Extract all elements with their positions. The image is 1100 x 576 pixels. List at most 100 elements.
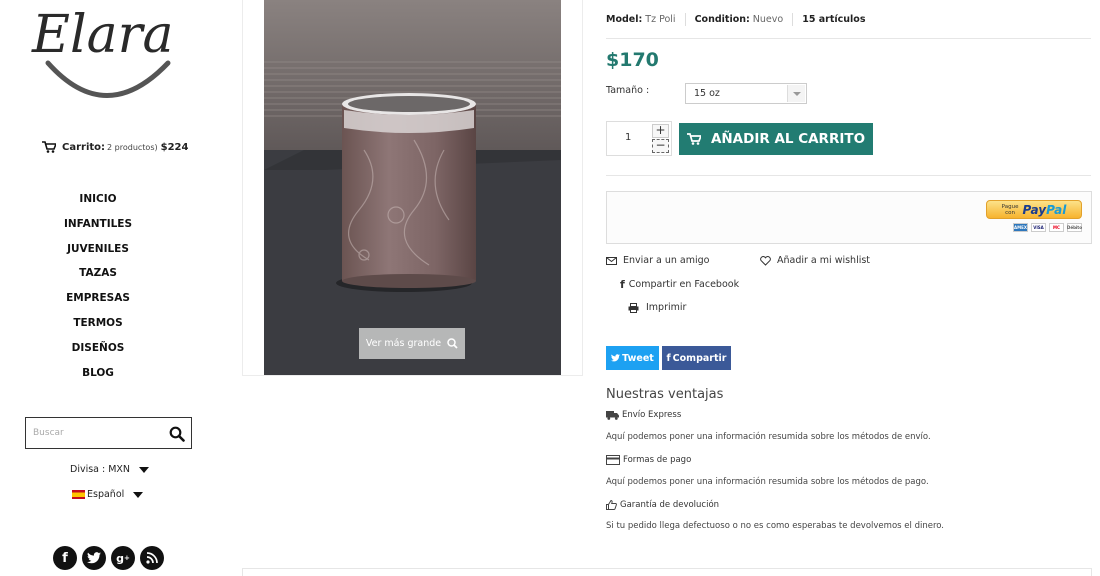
advantage-heading: Envío Express <box>606 410 681 420</box>
language-selector[interactable]: Español <box>0 489 220 500</box>
google-plus-icon[interactable]: g + <box>111 546 135 570</box>
credit-card-icon <box>606 455 620 465</box>
paypal-box: Pague con PayPal AMEX VISA MC Débito <box>606 191 1092 244</box>
social-links: f g + <box>53 546 164 570</box>
paypal-logo: PayPal <box>1022 203 1066 217</box>
send-to-friend-label: Enviar a un amigo <box>623 255 710 266</box>
meta-divider <box>684 13 686 26</box>
share-facebook-label: Compartir en Facebook <box>628 279 740 290</box>
nav-item-termos[interactable]: TERMOS <box>0 311 196 336</box>
add-to-wishlist-label: Añadir a mi wishlist <box>777 255 871 266</box>
visa-card-icon: VISA <box>1031 223 1046 232</box>
quantity-stepper: 1 + − <box>606 121 672 156</box>
currency-label: Divisa : MXN <box>70 464 131 475</box>
facebook-share-label: Compartir <box>672 352 727 364</box>
tweet-label: Tweet <box>622 352 654 364</box>
advantage-guarantee-text: Si tu pedido llega defectuoso o no es co… <box>606 521 944 531</box>
nav-item-infantiles[interactable]: INFANTILES <box>0 212 196 237</box>
nav-item-inicio[interactable]: INICIO <box>0 187 196 212</box>
thumbs-up-icon <box>606 500 617 510</box>
product-tabs-panel <box>242 568 1092 576</box>
twitter-icon <box>611 354 621 362</box>
logo[interactable]: Elara <box>26 0 196 105</box>
logo-text: Elara <box>31 5 173 65</box>
product-photo[interactable] <box>264 0 561 375</box>
model-value: Tz Poli <box>645 14 676 25</box>
divider <box>606 38 1091 39</box>
advantage-heading: Formas de pago <box>606 455 691 465</box>
rss-icon[interactable] <box>140 546 164 570</box>
spain-flag-icon <box>72 490 85 499</box>
facebook-icon: f <box>666 352 671 364</box>
print-label: Imprimir <box>646 302 687 313</box>
product-meta: Model: Tz Poli Condition: Nuevo 15 artíc… <box>606 13 868 26</box>
logo-swoosh <box>45 60 171 98</box>
advantage-payment-heading: Formas de pago <box>623 455 692 465</box>
twitter-icon[interactable] <box>82 546 106 570</box>
nav-item-tazas[interactable]: TAZAS <box>0 261 196 286</box>
chevron-down-icon <box>133 491 144 498</box>
advantage-payment-text: Aquí podemos poner una información resum… <box>606 477 929 487</box>
nav-item-blog[interactable]: BLOG <box>0 361 196 386</box>
add-to-cart-label: AÑADIR AL CARRITO <box>710 131 866 147</box>
quantity-value[interactable]: 1 <box>625 132 631 143</box>
amex-card-icon: AMEX <box>1013 223 1028 232</box>
quantity-increase-button[interactable]: + <box>652 124 669 138</box>
search-input[interactable] <box>26 418 156 448</box>
add-to-cart-button[interactable]: AÑADIR AL CARRITO <box>679 123 873 155</box>
envelope-icon <box>606 256 617 265</box>
main-nav: INICIO INFANTILES JUVENILES TAZAS EMPRES… <box>0 187 196 385</box>
share-facebook-link[interactable]: f Compartir en Facebook <box>620 278 739 291</box>
cart-icon <box>42 141 56 153</box>
paypal-con: con <box>1005 209 1016 216</box>
chevron-down-icon <box>139 466 150 473</box>
condition-value: Nuevo <box>752 14 784 25</box>
advantage-heading: Garantía de devolución <box>606 500 719 510</box>
divider <box>606 175 1091 176</box>
size-value: 15 oz <box>694 88 720 99</box>
mastercard-icon: MC <box>1049 223 1064 232</box>
print-link[interactable]: Imprimir <box>628 302 686 313</box>
cart-icon <box>686 133 701 145</box>
size-select[interactable]: 15 oz <box>685 83 807 104</box>
add-to-wishlist-link[interactable]: Añadir a mi wishlist <box>760 255 870 266</box>
mug-photo <box>264 0 561 375</box>
currency-selector[interactable]: Divisa : MXN <box>0 464 220 475</box>
paypal-pal: Pal <box>1046 202 1067 217</box>
advantages-title: Nuestras ventajas <box>606 387 724 402</box>
language-label: Español <box>87 489 125 500</box>
zoom-icon <box>447 338 458 349</box>
facebook-icon[interactable]: f <box>53 546 77 570</box>
payment-cards: AMEX VISA MC Débito <box>1013 223 1082 232</box>
product-price: $170 <box>606 49 659 71</box>
nav-item-disenos[interactable]: DISEÑOS <box>0 336 196 361</box>
advantage-shipping-text: Aquí podemos poner una información resum… <box>606 432 931 442</box>
facebook-icon: f <box>620 278 625 291</box>
paypal-checkout-button[interactable]: Pague con PayPal <box>986 200 1082 219</box>
debit-card-icon: Débito <box>1067 223 1082 232</box>
search-icon[interactable] <box>169 426 185 442</box>
printer-icon <box>628 302 639 313</box>
search-box <box>25 417 192 449</box>
cart-summary[interactable]: Carrito: 2 productos) $224 <box>42 141 188 153</box>
paypal-pay: Pay <box>1022 202 1047 217</box>
nav-item-juveniles[interactable]: JUVENILES <box>0 237 196 262</box>
advantage-guarantee-heading: Garantía de devolución <box>620 500 720 510</box>
tweet-button[interactable]: Tweet <box>606 346 659 370</box>
view-larger-button[interactable]: Ver más grande <box>359 328 465 359</box>
meta-divider <box>792 13 794 26</box>
stock-count: 15 artículos <box>802 14 866 25</box>
nav-item-empresas[interactable]: EMPRESAS <box>0 286 196 311</box>
view-larger-label: Ver más grande <box>365 338 442 349</box>
send-to-friend-link[interactable]: Enviar a un amigo <box>606 255 710 266</box>
cart-count: 2 productos) <box>107 142 158 152</box>
model-label: Model: <box>606 14 643 25</box>
condition-label: Condition: <box>694 14 750 25</box>
facebook-share-button[interactable]: f Compartir <box>662 346 731 370</box>
quantity-decrease-button[interactable]: − <box>652 139 669 153</box>
heart-icon <box>760 255 771 266</box>
cart-label: Carrito: <box>62 141 106 153</box>
truck-icon <box>606 410 619 420</box>
advantage-shipping-heading: Envío Express <box>622 410 682 420</box>
size-label: Tamaño : <box>606 85 650 96</box>
